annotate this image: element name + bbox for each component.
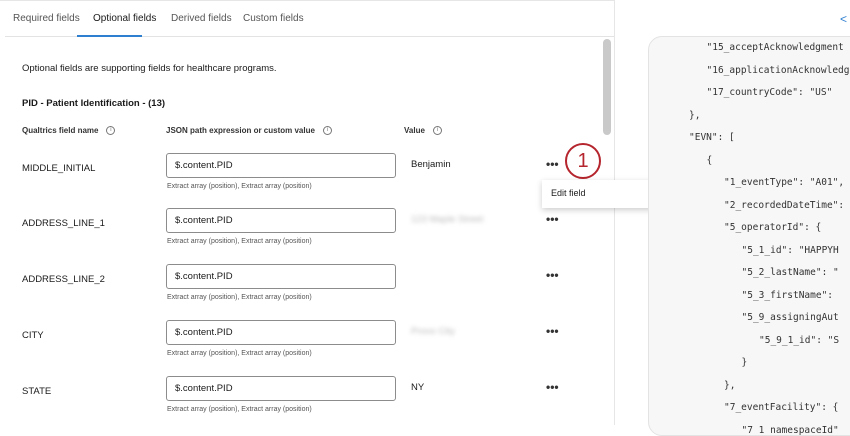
path-hint: Extract array (position), Extract array … bbox=[167, 406, 312, 413]
info-icon[interactable]: i bbox=[433, 126, 442, 135]
field-value: Benjamin bbox=[411, 159, 451, 170]
code-line: "5_2_lastName": " bbox=[742, 267, 839, 278]
json-path-input[interactable]: $.content.PID bbox=[166, 320, 396, 345]
tab-derived-fields[interactable]: Derived fields bbox=[171, 13, 232, 24]
field-row: ADDRESS_LINE_1 $.content.PID Extract arr… bbox=[0, 208, 600, 264]
code-line: "17_countryCode": "US" bbox=[707, 87, 833, 98]
field-name: STATE bbox=[22, 386, 51, 397]
optional-fields-panel: Required fields Optional fields Derived … bbox=[0, 0, 615, 425]
code-line: "5_9_assigningAut bbox=[742, 312, 839, 323]
code-line: "7_1_namespaceId" bbox=[742, 425, 839, 436]
path-hint: Extract array (position), Extract array … bbox=[167, 350, 312, 357]
code-line: "15_acceptAcknowledgment bbox=[707, 42, 844, 53]
code-line: { bbox=[707, 155, 713, 166]
column-label: Value bbox=[404, 126, 425, 135]
code-line: "5_1_id": "HAPPYH bbox=[742, 245, 839, 256]
column-label: JSON path expression or custom value bbox=[166, 126, 315, 135]
info-icon[interactable]: i bbox=[323, 126, 332, 135]
code-line: "2_recordedDateTime": bbox=[724, 200, 844, 211]
menu-item-edit-field[interactable]: Edit field bbox=[551, 188, 586, 198]
path-hint: Extract array (position), Extract array … bbox=[167, 294, 312, 301]
callout-badge: 1 bbox=[565, 143, 601, 179]
code-line: } bbox=[742, 357, 748, 368]
code-line: "5_9_1_id": "S bbox=[759, 335, 839, 346]
tab-required-fields[interactable]: Required fields bbox=[13, 13, 80, 24]
code-line: "7_eventFacility": { bbox=[724, 402, 838, 413]
info-icon[interactable]: i bbox=[106, 126, 115, 135]
code-line: "5_operatorId": { bbox=[724, 222, 821, 233]
more-options-icon[interactable]: ••• bbox=[546, 324, 559, 338]
field-name: MIDDLE_INITIAL bbox=[22, 163, 95, 174]
field-row: STATE $.content.PID Extract array (posit… bbox=[0, 376, 600, 432]
tab-bar: Required fields Optional fields Derived … bbox=[5, 1, 614, 37]
active-tab-indicator bbox=[77, 35, 142, 37]
field-row: MIDDLE_INITIAL $.content.PID Extract arr… bbox=[0, 153, 600, 209]
code-line: "5_3_firstName": bbox=[742, 290, 834, 301]
chevron-left-icon[interactable]: < bbox=[840, 12, 847, 26]
path-hint: Extract array (position), Extract array … bbox=[167, 183, 312, 190]
column-header-field-name: Qualtrics field name i bbox=[22, 126, 115, 135]
more-options-icon[interactable]: ••• bbox=[546, 157, 559, 171]
more-options-icon[interactable]: ••• bbox=[546, 380, 559, 394]
code-line: }, bbox=[724, 380, 735, 391]
json-preview: "15_acceptAcknowledgment "16_applicationA… bbox=[648, 36, 850, 436]
field-value: NY bbox=[411, 382, 424, 393]
more-options-icon[interactable]: ••• bbox=[546, 212, 559, 226]
code-line: "1_eventType": "A01", bbox=[724, 177, 844, 188]
code-line: "EVN": [ bbox=[689, 132, 735, 143]
section-title: PID - Patient Identification - (13) bbox=[22, 98, 165, 109]
more-options-icon[interactable]: ••• bbox=[546, 268, 559, 282]
field-name: ADDRESS_LINE_1 bbox=[22, 218, 105, 229]
column-header-json-path: JSON path expression or custom value i bbox=[166, 126, 332, 135]
json-path-input[interactable]: $.content.PID bbox=[166, 376, 396, 401]
field-name: ADDRESS_LINE_2 bbox=[22, 274, 105, 285]
tab-optional-fields[interactable]: Optional fields bbox=[93, 13, 156, 24]
tab-custom-fields[interactable]: Custom fields bbox=[243, 13, 304, 24]
field-row: CITY $.content.PID Extract array (positi… bbox=[0, 320, 600, 376]
json-path-input[interactable]: $.content.PID bbox=[166, 264, 396, 289]
field-value: Provo City bbox=[411, 326, 455, 337]
field-value: 123 Maple Street bbox=[411, 214, 483, 225]
intro-text: Optional fields are supporting fields fo… bbox=[22, 63, 277, 74]
json-path-input[interactable]: $.content.PID bbox=[166, 153, 396, 178]
code-line: }, bbox=[689, 110, 700, 121]
column-header-value: Valuei bbox=[404, 126, 442, 135]
code-line: "16_applicationAcknowledgment bbox=[707, 65, 850, 76]
json-path-input[interactable]: $.content.PID bbox=[166, 208, 396, 233]
column-label: Qualtrics field name bbox=[22, 126, 98, 135]
scrollbar[interactable] bbox=[603, 39, 611, 135]
field-name: CITY bbox=[22, 330, 44, 341]
field-row: ADDRESS_LINE_2 $.content.PID Extract arr… bbox=[0, 264, 600, 320]
path-hint: Extract array (position), Extract array … bbox=[167, 238, 312, 245]
